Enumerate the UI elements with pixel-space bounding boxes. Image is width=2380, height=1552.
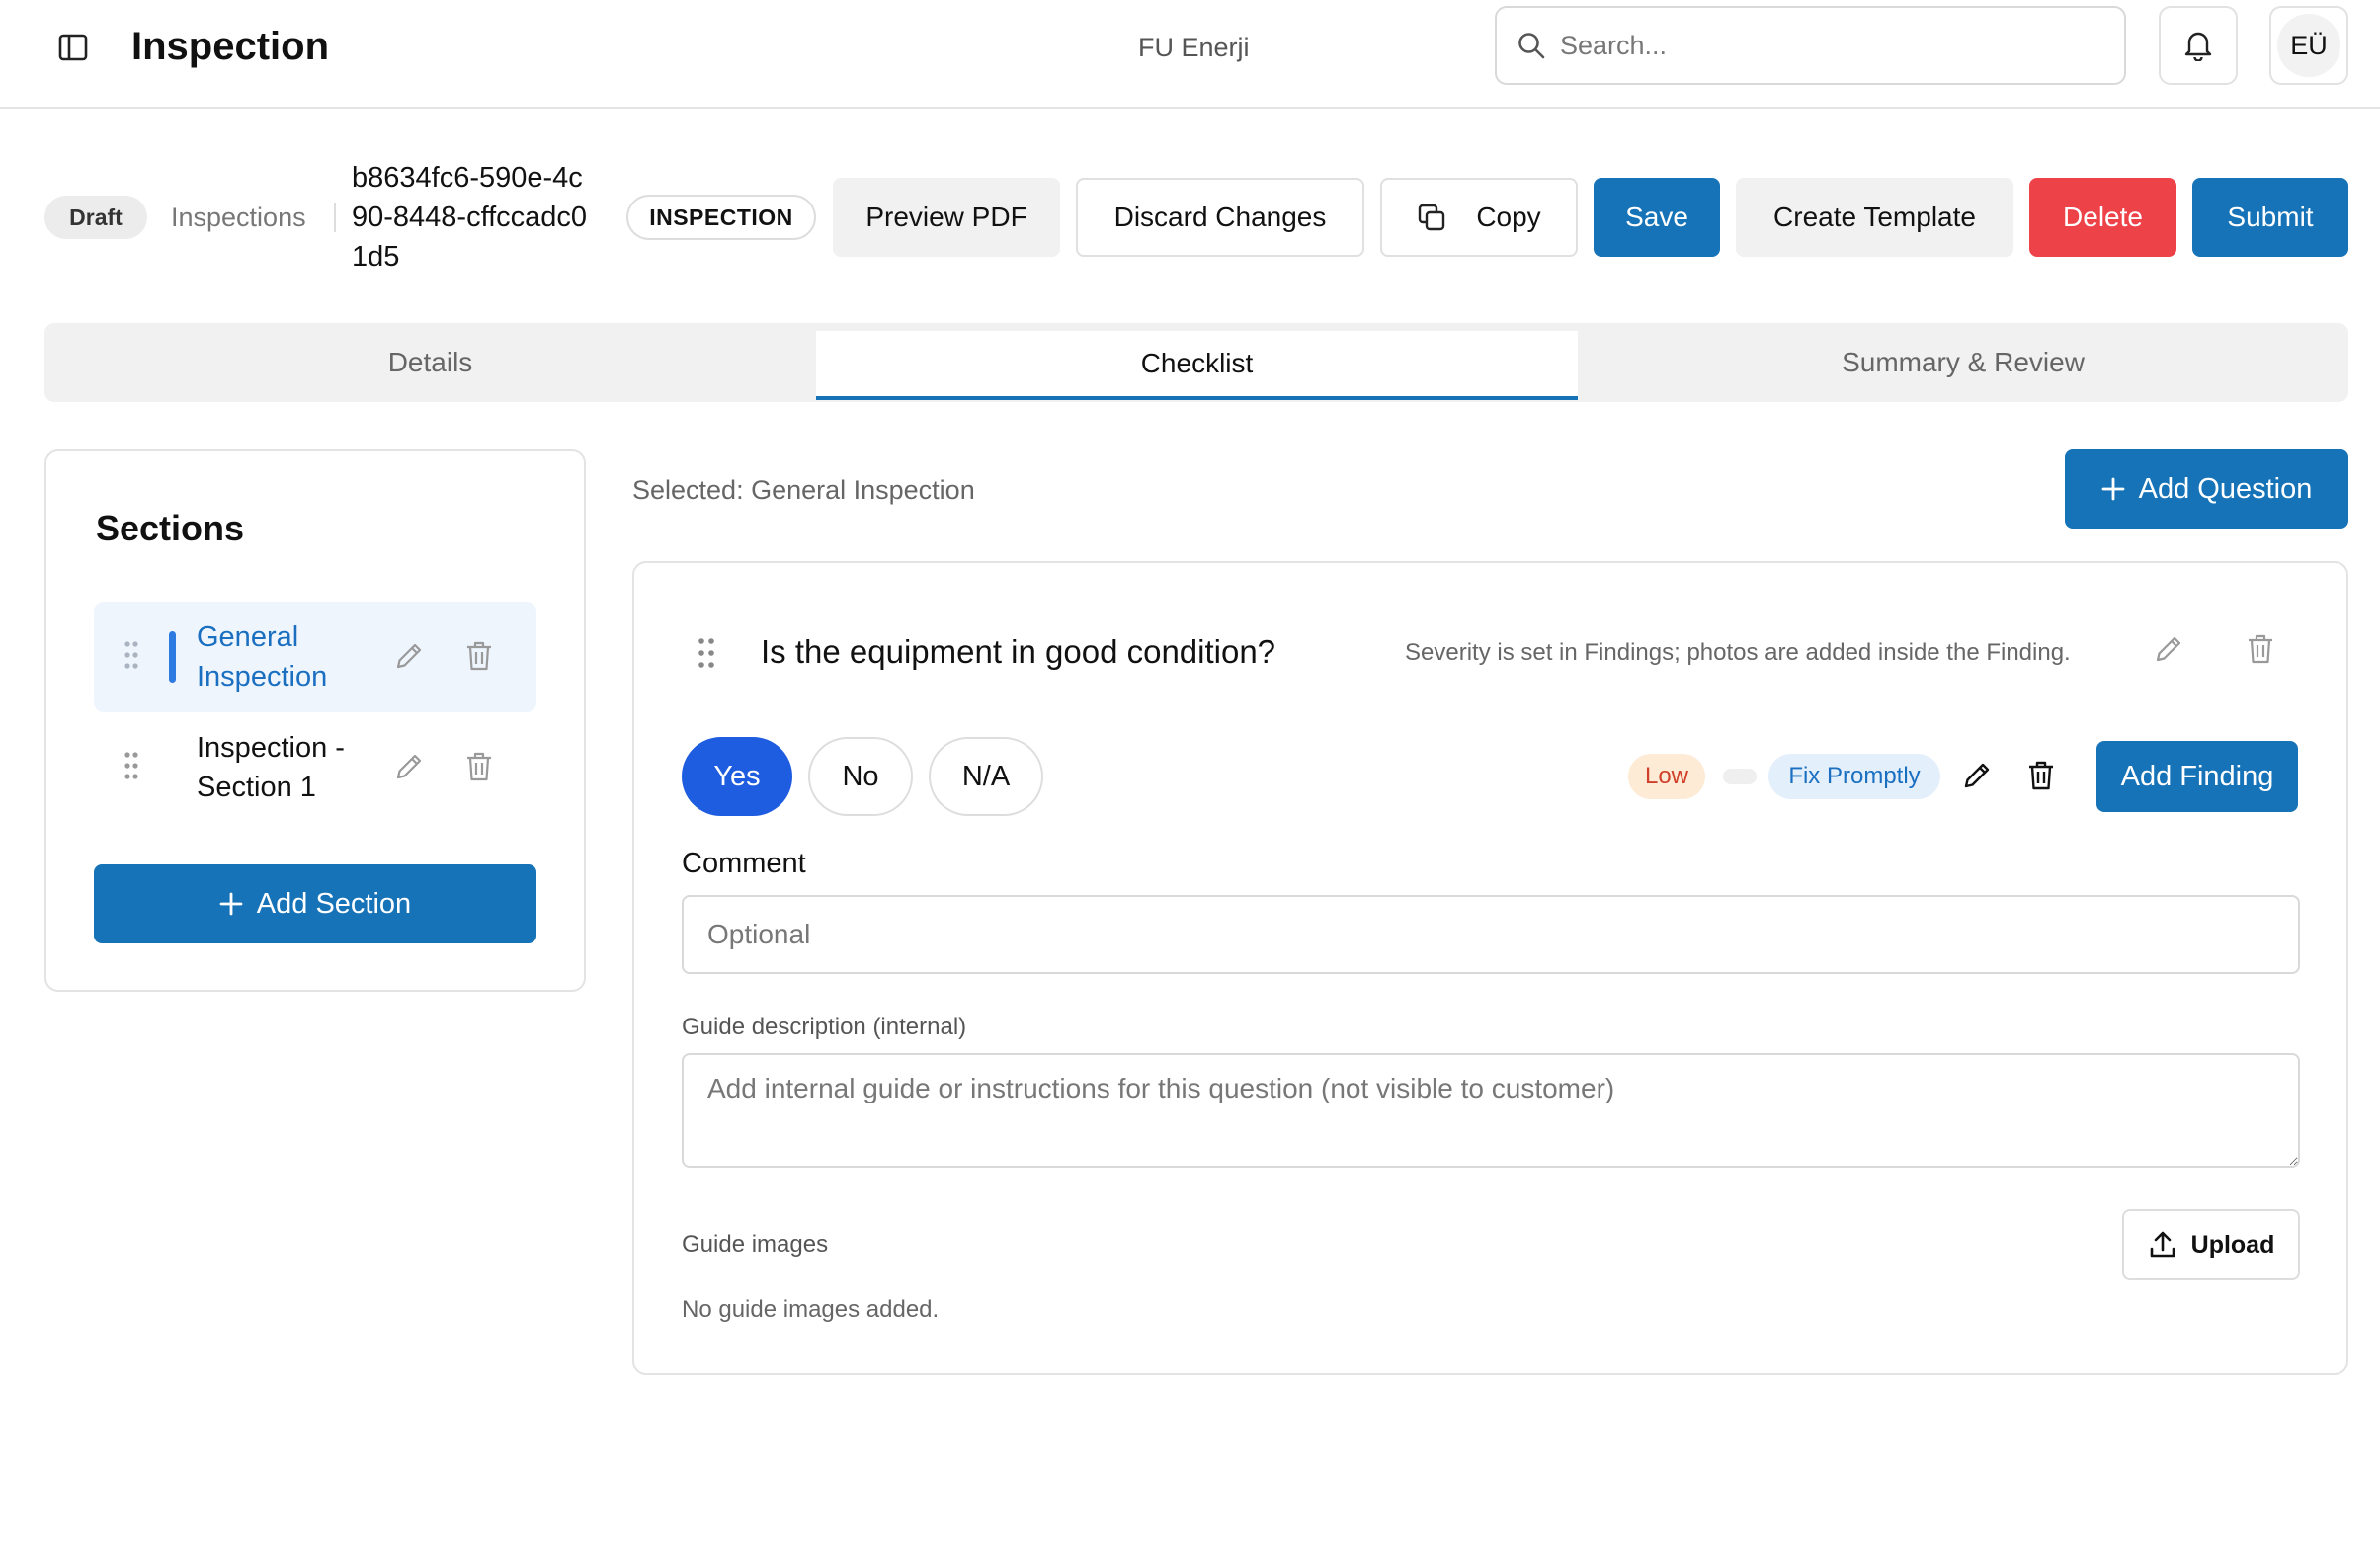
copy-icon: [1417, 203, 1446, 232]
guide-images-label: Guide images: [682, 1231, 829, 1258]
add-section-label: Add Section: [256, 887, 412, 920]
status-badge: Draft: [44, 196, 147, 239]
section-item-inspection-section-1[interactable]: Inspection - Section 1: [94, 712, 536, 823]
sections-title: Sections: [96, 508, 245, 548]
sections-panel: Sections General Inspection Inspection -…: [44, 449, 586, 992]
pencil-icon[interactable]: [392, 639, 426, 673]
notifications-button[interactable]: [2159, 6, 2238, 85]
pencil-icon[interactable]: [2152, 632, 2185, 666]
sidebar-toggle-icon: [58, 34, 88, 61]
upload-icon: [2148, 1230, 2177, 1260]
add-question-button[interactable]: Add Question: [2065, 449, 2348, 529]
drag-handle-icon[interactable]: [698, 636, 715, 670]
sidebar-toggle-button[interactable]: [51, 26, 95, 69]
search-input[interactable]: [1560, 30, 2113, 61]
add-section-button[interactable]: Add Section: [94, 864, 536, 943]
section-item-label: Inspection - Section 1: [197, 732, 345, 803]
trash-icon[interactable]: [2245, 632, 2276, 666]
badge-divider: [1723, 769, 1757, 784]
save-button[interactable]: Save: [1594, 178, 1720, 257]
pencil-icon[interactable]: [1960, 759, 1994, 792]
create-template-button[interactable]: Create Template: [1736, 178, 2013, 257]
bell-icon: [2183, 30, 2213, 61]
trash-icon[interactable]: [2025, 759, 2057, 792]
pencil-icon[interactable]: [392, 750, 426, 783]
top-bar: Inspection FU Enerji EÜ: [0, 0, 2380, 109]
user-menu-button[interactable]: EÜ: [2269, 6, 2348, 85]
trash-icon[interactable]: [463, 639, 495, 673]
add-question-label: Add Question: [2138, 472, 2313, 505]
section-item-label: General Inspection: [197, 621, 328, 693]
record-id: b8634fc6-590e-4c90-8448-cffccadc01d5: [352, 162, 588, 273]
add-finding-button[interactable]: Add Finding: [2096, 741, 2298, 812]
drag-handle-icon[interactable]: [123, 750, 139, 781]
tab-details[interactable]: Details: [44, 323, 816, 402]
plus-icon: [2101, 477, 2125, 501]
preview-pdf-button[interactable]: Preview PDF: [833, 178, 1060, 257]
guide-description-label: Guide description (internal): [682, 1014, 967, 1040]
question-note: Severity is set in Findings; photos are …: [1405, 639, 2071, 666]
search-box[interactable]: [1495, 6, 2126, 85]
selected-section-label: Selected: General Inspection: [632, 475, 975, 505]
tab-summary-review[interactable]: Summary & Review: [1578, 323, 2348, 402]
breadcrumb-separator: [334, 203, 336, 232]
copy-button-label: Copy: [1476, 202, 1541, 232]
discard-changes-button[interactable]: Discard Changes: [1076, 178, 1364, 257]
avatar: EÜ: [2277, 14, 2340, 77]
question-text: Is the equipment in good condition?: [761, 633, 1276, 670]
comment-label: Comment: [682, 848, 806, 879]
severity-badge: Low: [1628, 754, 1705, 799]
answer-na-button[interactable]: N/A: [929, 737, 1043, 816]
question-card: Is the equipment in good condition? Seve…: [632, 561, 2348, 1375]
answer-yes-button[interactable]: Yes: [682, 737, 792, 816]
plus-icon: [219, 892, 243, 916]
answer-no-button[interactable]: No: [808, 737, 913, 816]
search-icon: [1517, 31, 1546, 60]
no-guide-images-text: No guide images added.: [682, 1296, 940, 1323]
tab-bar: Details Checklist Summary & Review: [44, 323, 2348, 402]
delete-button[interactable]: Delete: [2029, 178, 2176, 257]
active-section-indicator: [169, 631, 176, 683]
tab-checklist[interactable]: Checklist: [816, 331, 1578, 400]
action-badge: Fix Promptly: [1768, 754, 1940, 799]
upload-label: Upload: [2190, 1230, 2275, 1259]
record-type-badge: INSPECTION: [626, 195, 816, 240]
trash-icon[interactable]: [463, 750, 495, 783]
breadcrumb-inspections-link[interactable]: Inspections: [171, 199, 306, 236]
upload-button[interactable]: Upload: [2122, 1209, 2300, 1280]
submit-button[interactable]: Submit: [2192, 178, 2348, 257]
drag-handle-icon[interactable]: [123, 639, 139, 671]
organization-name: FU Enerji: [1138, 33, 1250, 62]
page-title: Inspection: [131, 25, 330, 68]
guide-description-textarea[interactable]: [682, 1053, 2300, 1168]
comment-input[interactable]: [682, 895, 2300, 974]
section-item-general-inspection[interactable]: General Inspection: [94, 602, 536, 712]
copy-button[interactable]: Copy: [1380, 178, 1578, 257]
